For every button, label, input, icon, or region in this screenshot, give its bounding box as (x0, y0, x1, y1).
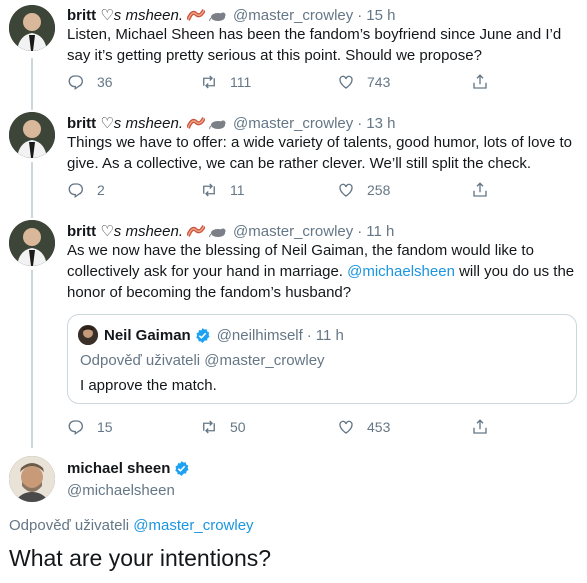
quoted-author-handle[interactable]: @neilhimself (217, 327, 303, 344)
share-icon (473, 419, 487, 434)
tweet[interactable]: britt ♡s msheen. @master_crowley · 15 h … (0, 0, 587, 108)
main-tweet-text: What are your intentions? (9, 545, 272, 571)
reply-button[interactable]: 15 (67, 418, 113, 436)
retweet-button[interactable]: 50 (200, 418, 246, 436)
avatar[interactable] (9, 220, 55, 266)
bacon-emoji (187, 116, 205, 130)
like-icon (339, 183, 353, 197)
like-button[interactable]: 743 (337, 73, 390, 91)
quoted-text: I approve the match. (80, 377, 217, 394)
verified-icon (175, 461, 189, 476)
avatar[interactable] (9, 112, 55, 158)
reply-count: 2 (97, 182, 105, 198)
share-icon (473, 74, 487, 89)
timestamp[interactable]: 13 h (366, 115, 395, 132)
retweet-icon (203, 183, 215, 197)
retweet-button[interactable]: 111 (200, 73, 251, 91)
quoted-author-name[interactable]: Neil Gaiman (104, 327, 191, 344)
tweet-text: Things we have to offer: a wide variety … (67, 134, 573, 172)
retweet-icon (203, 420, 215, 434)
reply-to-mention[interactable]: @master_crowley (133, 517, 253, 534)
quoted-avatar[interactable] (78, 325, 98, 345)
reply-context-label: Odpověď uživateli (9, 517, 134, 534)
author-name[interactable]: britt ♡s msheen. (67, 6, 183, 24)
retweet-button[interactable]: 11 (200, 181, 245, 199)
tweet-text: As we now have the blessing of Neil Gaim… (67, 240, 579, 303)
quoted-reply-context: Odpověď uživateli @master_crowley (80, 352, 325, 369)
mention-link[interactable]: @michaelsheen (347, 263, 455, 280)
main-author-handle[interactable]: @michaelsheen (67, 482, 190, 499)
timestamp[interactable]: 11 h (366, 223, 394, 240)
retweet-count: 11 (230, 182, 245, 198)
like-button[interactable]: 258 (337, 181, 390, 199)
retweet-count: 50 (230, 419, 246, 435)
action-bar: 15 50 453 (67, 418, 497, 438)
reply-icon (68, 183, 83, 199)
author-handle[interactable]: @master_crowley (233, 7, 353, 24)
like-icon (339, 420, 353, 434)
rat-emoji (209, 8, 227, 22)
retweet-count: 111 (230, 74, 252, 90)
separator: · (357, 114, 363, 132)
retweet-icon (203, 75, 215, 89)
author-handle[interactable]: @master_crowley (233, 223, 353, 240)
author-name[interactable]: britt ♡s msheen. (67, 222, 183, 240)
reply-count: 36 (97, 74, 113, 90)
reply-icon (68, 75, 83, 91)
bacon-emoji (187, 224, 205, 238)
reply-context: Odpověď uživateli @master_crowley (9, 517, 254, 534)
like-count: 743 (367, 74, 391, 90)
quoted-tweet[interactable]: Neil Gaiman @neilhimself · 11 h Odpověď … (67, 314, 577, 404)
timestamp[interactable]: 15 h (366, 7, 395, 24)
tweet[interactable]: britt ♡s msheen. @master_crowley · 11 h … (0, 216, 587, 448)
reply-count: 15 (97, 419, 113, 435)
tweet-text: Listen, Michael Sheen has been the fando… (67, 26, 562, 64)
action-bar: 2 11 258 (67, 181, 497, 201)
rat-emoji (209, 224, 227, 238)
author-name[interactable]: britt ♡s msheen. (67, 114, 183, 132)
share-button[interactable] (471, 73, 501, 91)
reply-button[interactable]: 2 (67, 181, 105, 199)
like-count: 258 (367, 182, 391, 198)
share-icon (473, 182, 487, 197)
main-author-name[interactable]: michael sheen (67, 460, 170, 477)
bacon-emoji (187, 8, 205, 22)
tweet[interactable]: britt ♡s msheen. @master_crowley · 13 h … (0, 108, 587, 216)
like-count: 453 (367, 419, 391, 435)
separator: · (357, 222, 363, 240)
like-button[interactable]: 453 (337, 418, 390, 436)
share-button[interactable] (471, 418, 501, 436)
share-button[interactable] (471, 181, 501, 199)
like-icon (339, 75, 353, 89)
separator: · (357, 6, 363, 24)
reply-button[interactable]: 36 (67, 73, 113, 91)
verified-icon (195, 327, 210, 343)
reply-icon (68, 420, 83, 436)
author-handle[interactable]: @master_crowley (233, 115, 353, 132)
separator: · (306, 326, 312, 344)
quoted-timestamp[interactable]: 11 h (316, 327, 344, 344)
rat-emoji (209, 116, 227, 130)
action-bar: 36 111 743 (67, 73, 497, 93)
avatar[interactable] (9, 5, 55, 51)
main-avatar[interactable] (9, 456, 55, 502)
